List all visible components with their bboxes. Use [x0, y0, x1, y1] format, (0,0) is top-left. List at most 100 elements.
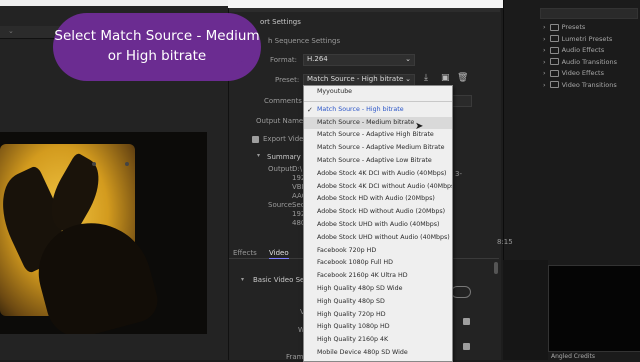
preset-option[interactable]: High Quality 480p SD Wide [304, 283, 452, 296]
folder-icon [549, 58, 559, 66]
export-video-label: Export Video [263, 135, 308, 143]
preset-option-label: Adobe Stock HD with Audio (20Mbps) [317, 195, 435, 203]
preset-option-label: Match Source - Adaptive High Bitrate [317, 131, 434, 139]
chevron-down-icon[interactable]: ▾ [257, 152, 260, 159]
preset-option[interactable]: High Quality 2160p 4K [304, 334, 452, 347]
timeline-area [503, 260, 548, 360]
dialog-header [229, 8, 500, 12]
output-name-label: Output Name: [256, 117, 306, 125]
preset-option[interactable]: Myyoutube [304, 86, 452, 99]
preset-value: Match Source - High bitrate [307, 75, 404, 83]
chevron-right-icon[interactable]: › [543, 46, 546, 54]
callout-text: Select Match Source - Medium or High bit… [54, 28, 260, 64]
delete-preset-icon[interactable]: 🗑 [457, 73, 468, 83]
preset-option-label: Facebook 720p HD [317, 246, 377, 254]
chevron-right-icon[interactable]: › [543, 81, 546, 89]
chevron-right-icon[interactable]: › [543, 23, 546, 31]
export-video-checkbox[interactable] [252, 136, 259, 143]
preset-option[interactable]: Adobe Stock 4K DCI without Audio (40Mbps… [304, 181, 452, 194]
save-preset-icon[interactable]: ⤓ [424, 73, 428, 83]
effects-folder-label: Lumetri Presets [561, 34, 613, 43]
format-select[interactable]: H.264 ⌄ [303, 54, 415, 66]
effects-folder-item[interactable]: › Audio Effects [543, 45, 617, 57]
summary-trunc: 3- [455, 170, 462, 178]
summary-label: Summary [267, 153, 301, 161]
preset-option-label: High Quality 720p HD [317, 310, 386, 318]
preset-option[interactable]: Adobe Stock HD without Audio (20Mbps) [304, 206, 452, 219]
menu-separator [304, 100, 452, 102]
preset-option-label: Match Source - Medium bitrate [317, 118, 415, 126]
check-icon: ✓ [307, 105, 313, 114]
chevron-down-icon[interactable]: ⌄ [8, 27, 14, 35]
preset-option-label: Match Source - Adaptive Low Bitrate [317, 156, 432, 164]
effects-folder-item[interactable]: › Video Transitions [543, 80, 617, 92]
tab-video[interactable]: Video [269, 249, 289, 259]
preset-option[interactable]: Adobe Stock HD with Audio (20Mbps) [304, 193, 452, 206]
preset-option-label: High Quality 2160p 4K [317, 336, 389, 344]
preset-option-label: Myyoutube [317, 88, 353, 95]
preset-dropdown-menu[interactable]: Myyoutube ✓ Match Source - High bitrate Mat… [303, 85, 453, 362]
import-preset-icon[interactable]: ▣ [441, 73, 450, 83]
preset-option[interactable]: High Quality 1080p HD [304, 321, 452, 334]
folder-icon [549, 23, 559, 31]
preset-option-label: Adobe Stock UHD with Audio (40Mbps) [317, 220, 440, 228]
preset-option[interactable]: High Quality 480p SD [304, 296, 452, 309]
effects-folder-item[interactable]: › Lumetri Presets [543, 34, 617, 46]
program-thumbnail [548, 265, 640, 352]
preset-option-label: High Quality 1080p HD [317, 323, 390, 331]
chevron-down-icon: ⌄ [405, 75, 411, 83]
chevron-down-icon: ⌄ [405, 55, 411, 63]
preset-option[interactable]: Adobe Stock UHD without Audio (40Mbps) [304, 232, 452, 245]
format-label: Format: [270, 56, 298, 64]
effects-folder-item[interactable]: › Presets [543, 22, 617, 34]
dialog-top-strip [228, 0, 503, 8]
folder-icon [549, 69, 559, 77]
effects-tree: › Presets › Lumetri Presets › Audio Effects › A… [543, 22, 617, 92]
preset-option[interactable]: Facebook 720p HD [304, 245, 452, 258]
timecode: 8:15 [497, 238, 513, 246]
preset-option[interactable]: High Quality 720p HD [304, 309, 452, 322]
folder-icon [549, 35, 559, 43]
preset-option-label: Match Source - Adaptive Medium Bitrate [317, 144, 445, 152]
tab-effects[interactable]: Effects [233, 249, 257, 258]
preset-option[interactable]: Match Source - Adaptive Low Bitrate [304, 155, 452, 168]
dialog-scrollbar[interactable] [494, 262, 498, 274]
chevron-right-icon[interactable]: › [543, 69, 546, 77]
chevron-right-icon[interactable]: › [543, 35, 546, 43]
preset-option[interactable]: Facebook 2160p 4K Ultra HD [304, 270, 452, 283]
output-label: Output: [268, 165, 295, 173]
chevron-right-icon[interactable]: › [543, 58, 546, 66]
effects-folder-label: Audio Transitions [561, 57, 617, 66]
preset-option[interactable]: Match Source - Medium bitrate [304, 116, 452, 130]
preset-option[interactable]: Match Source - Adaptive Medium Bitrate [304, 142, 452, 155]
preset-option[interactable]: ✓ Match Source - High bitrate [304, 104, 452, 117]
setting-checkbox[interactable] [463, 318, 470, 325]
video-thumbnail [0, 132, 207, 334]
preset-option[interactable]: Match Source - Adaptive High Bitrate [304, 129, 452, 142]
match-sequence-label[interactable]: h Sequence Settings [268, 37, 340, 46]
preset-option[interactable]: Mobile Device 480p SD Wide [304, 347, 452, 360]
preset-option[interactable]: Adobe Stock 4K DCI with Audio (40Mbps) [304, 168, 452, 181]
preset-option-label: Adobe Stock 4K DCI with Audio (40Mbps) [317, 169, 447, 177]
effects-folder-item[interactable]: › Video Effects [543, 68, 617, 80]
folder-icon [549, 46, 559, 54]
source-label: Source: [268, 201, 295, 209]
comments-label: Comments [264, 97, 302, 105]
camera-dot [92, 162, 96, 166]
effects-folder-label: Presets [561, 23, 586, 31]
preset-option[interactable]: Facebook 1080p Full HD [304, 257, 452, 270]
cursor-icon: ➤ [415, 121, 424, 132]
preset-option-label: Facebook 1080p Full HD [317, 259, 393, 267]
setting-checkbox[interactable] [463, 343, 470, 350]
effects-folder-item[interactable]: › Audio Transitions [543, 57, 617, 69]
preset-label: Preset: [275, 76, 300, 84]
folder-icon [549, 81, 559, 89]
effects-search-input[interactable] [540, 8, 638, 19]
format-value: H.264 [307, 55, 328, 63]
comments-field[interactable] [452, 95, 472, 107]
preset-option-label: Facebook 2160p 4K Ultra HD [317, 272, 408, 280]
match-source-button[interactable] [451, 286, 471, 298]
chevron-down-icon[interactable]: ▾ [241, 276, 244, 283]
preset-option[interactable]: Adobe Stock UHD with Audio (40Mbps) [304, 219, 452, 232]
preview-top-strip [0, 0, 228, 6]
